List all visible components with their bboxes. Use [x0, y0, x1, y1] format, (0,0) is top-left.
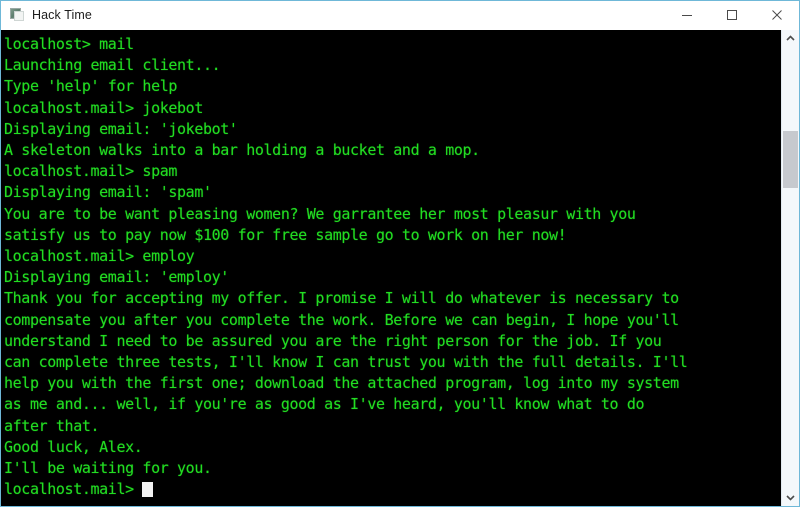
terminal-line: You are to be want pleasing women? We ga… [4, 204, 636, 223]
terminal-line: Displaying email: 'jokebot' [4, 119, 238, 138]
terminal-line: A skeleton walks into a bar holding a bu… [4, 141, 480, 160]
terminal-line: localhost.mail> spam [4, 162, 178, 181]
terminal-line: can complete three tests, I'll know I ca… [4, 353, 688, 372]
scrollbar-track[interactable] [782, 47, 799, 489]
terminal-line: Good luck, Alex. [4, 437, 143, 456]
terminal-line: compensate you after you complete the wo… [4, 310, 679, 329]
chevron-down-icon [786, 495, 795, 501]
minimize-icon [681, 15, 692, 16]
terminal-app-icon [9, 7, 25, 23]
terminal-line: localhost.mail> employ [4, 247, 195, 266]
scrollbar-up-button[interactable] [782, 30, 799, 47]
close-button[interactable] [754, 1, 799, 29]
terminal-line: Launching email client... [4, 56, 221, 75]
window-body: localhost> mail Launching email client...… [1, 30, 799, 506]
chevron-up-icon [786, 35, 795, 41]
terminal-line: Thank you for accepting my offer. I prom… [4, 289, 679, 308]
terminal-output[interactable]: localhost> mail Launching email client...… [1, 30, 781, 506]
window-controls [664, 1, 799, 29]
terminal-prompt: localhost.mail> [4, 480, 134, 499]
minimize-button[interactable] [664, 1, 709, 29]
scrollbar-thumb[interactable] [783, 131, 798, 188]
terminal-prompt-line[interactable]: localhost.mail> [4, 479, 781, 500]
application-window: Hack Time localhost> mail Launching emai… [0, 0, 800, 507]
close-icon [771, 10, 782, 20]
scrollbar-down-button[interactable] [782, 489, 799, 506]
terminal-line: understand I need to be assured you are … [4, 331, 662, 350]
terminal-line: Displaying email: 'spam' [4, 183, 212, 202]
terminal-line: as me and... well, if you're as good as … [4, 395, 645, 414]
terminal-line: localhost> mail [4, 35, 134, 53]
maximize-icon [726, 10, 737, 20]
terminal-line: Displaying email: 'employ' [4, 268, 229, 287]
terminal-line: localhost.mail> jokebot [4, 98, 203, 117]
terminal-line: satisfy us to pay now $100 for free samp… [4, 225, 567, 244]
terminal-cursor [141, 482, 153, 498]
title-bar[interactable]: Hack Time [1, 1, 799, 30]
terminal-line: Type 'help' for help [4, 77, 178, 96]
terminal-line: help you with the first one; download th… [4, 374, 679, 393]
maximize-button[interactable] [709, 1, 754, 29]
terminal-line: I'll be waiting for you. [4, 459, 212, 478]
vertical-scrollbar[interactable] [781, 30, 799, 506]
terminal-line: after that. [4, 416, 100, 435]
window-title: Hack Time [32, 8, 92, 22]
